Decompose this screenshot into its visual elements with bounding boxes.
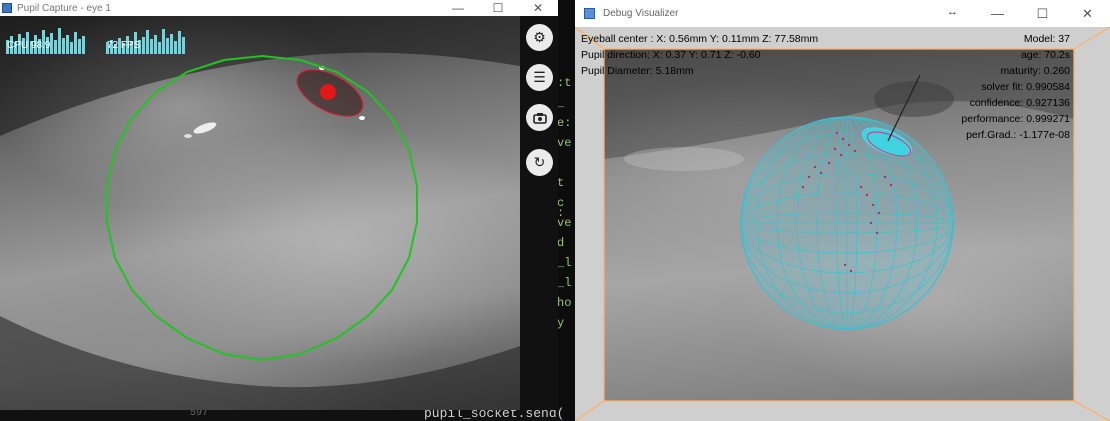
eye-overlay [0, 16, 520, 410]
eyeball-fit-circle [106, 54, 418, 362]
solver-fit: solver fit: 0.990584 [981, 81, 1070, 93]
detector-button[interactable]: ↻ [526, 149, 553, 176]
eyeball-center: Eyeball center : X: 0.56mm Y: 0.11mm Z: … [581, 33, 819, 45]
terminal-text: t [557, 176, 565, 190]
terminal-text: d [557, 236, 565, 250]
terminal-text: y [557, 316, 565, 330]
minimize-button[interactable]: — [975, 0, 1020, 27]
visualizer-viewport[interactable]: Eyeball center : X: 0.56mm Y: 0.11mm Z: … [575, 27, 1110, 421]
terminal-text: _l [557, 276, 572, 290]
model-info-right: Model: 37 age: 70.2s maturity: 0.260 sol… [961, 31, 1070, 143]
terminal-text: _ [557, 96, 565, 110]
window-title: Pupil Capture - eye 1 [17, 2, 111, 14]
eye-info-left: Eyeball center : X: 0.56mm Y: 0.11mm Z: … [581, 31, 818, 79]
resize-cursor-icon: ↔ [947, 6, 958, 18]
terminal-text: _l [557, 256, 572, 270]
app-icon [2, 3, 12, 13]
glint [359, 116, 365, 120]
model-maturity: maturity: 0.260 [1000, 65, 1070, 77]
settings-button[interactable]: ⚙ [526, 24, 553, 51]
list-icon: ☰ [533, 69, 546, 85]
model-confidence: confidence: 0.927136 [969, 97, 1070, 109]
pupil-capture-window[interactable]: Pupil Capture - eye 1 — ☐ ✕ CPU 98.9 72 … [0, 0, 558, 410]
terminal-text: ho [557, 296, 572, 310]
close-button[interactable]: ✕ [518, 0, 558, 16]
model-age: age: 70.2s [1020, 49, 1070, 61]
pupil-center-dot [320, 84, 336, 100]
cpu-graph: CPU 98.9 [4, 26, 90, 54]
window-title: Debug Visualizer [603, 8, 679, 19]
glint [184, 134, 192, 138]
camera-icon [532, 112, 547, 124]
gear-icon: ⚙ [533, 29, 546, 45]
camera-button[interactable] [526, 104, 553, 131]
pupil-diameter: Pupil Diameter: 5.18mm [581, 65, 694, 77]
eye-camera-view[interactable]: CPU 98.9 72 FPS [0, 16, 520, 410]
window-titlebar[interactable]: Pupil Capture - eye 1 — ☐ ✕ [0, 0, 558, 16]
terminal-text: e: [557, 116, 572, 130]
perf-gradient: perf.Grad.: -1.177e-08 [966, 129, 1070, 141]
pupil-direction: Pupil direction: X: 0.37 Y: 0.71 Z: -0.6… [581, 49, 761, 61]
terminal-text: ve [557, 136, 572, 150]
capture-sidebar: ⚙ ☰ ↻ [520, 16, 558, 410]
fps-graph: 72 FPS [104, 26, 190, 54]
fps-label: 72 FPS [107, 40, 141, 51]
eyeball-sphere [740, 116, 954, 330]
glint [193, 122, 217, 134]
gaze-vector [887, 74, 921, 142]
model-performance: performance: 0.999271 [961, 113, 1070, 125]
app-icon [584, 8, 595, 19]
terminal-text: ve [557, 216, 572, 230]
plugins-button[interactable]: ☰ [526, 64, 553, 91]
debug-visualizer-window[interactable]: Debug Visualizer ↔ — ☐ ✕ Eyeball center … [575, 0, 1110, 421]
refresh-icon: ↻ [533, 154, 546, 170]
terminal-text: :t [557, 76, 572, 90]
model-id: Model: 37 [1023, 33, 1070, 45]
minimize-button[interactable]: — [438, 0, 478, 16]
cpu-label: CPU 98.9 [7, 40, 51, 51]
maximize-button[interactable]: ☐ [478, 0, 518, 16]
maximize-button[interactable]: ☐ [1020, 0, 1065, 27]
close-button[interactable]: ✕ [1065, 0, 1110, 27]
window-titlebar[interactable]: Debug Visualizer ↔ — ☐ ✕ [575, 0, 1110, 27]
